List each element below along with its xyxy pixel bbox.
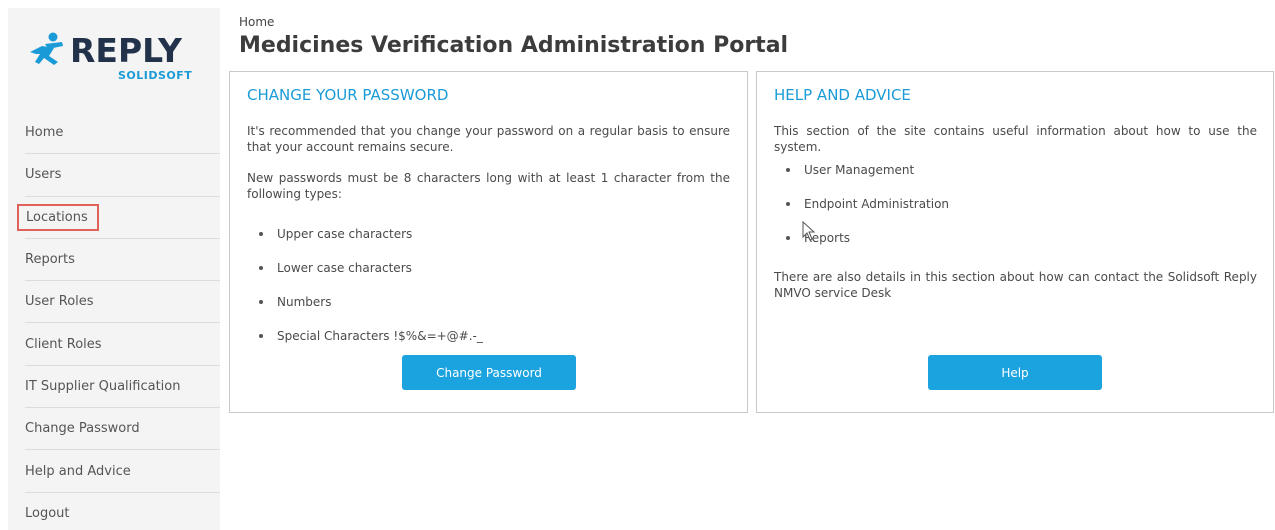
help-contact-text: There are also details in this section a… [774, 270, 1257, 300]
sidebar-item-label: Home [25, 125, 64, 141]
help-topics-list: User Management Endpoint Administration … [774, 161, 1257, 263]
reply-solidsoft-logo[interactable]: REPLY SOLIDSOFT [28, 31, 192, 92]
runner-logo-icon [30, 32, 63, 65]
help-intro: This section of the site contains useful… [774, 124, 1257, 154]
password-rules-list: Upper case characters Lower case charact… [247, 225, 730, 361]
change-password-intro: It's recommended that you change your pa… [247, 124, 730, 154]
sidebar-item-label: User Roles [25, 294, 94, 310]
sidebar-item-locations[interactable]: Locations [17, 197, 220, 239]
sidebar-nav: Home Users Locations Reports User Roles … [17, 112, 220, 530]
logo-wordmark: REPLY [70, 31, 182, 70]
page-title: Medicines Verification Administration Po… [239, 33, 789, 58]
sidebar-item-label: Client Roles [25, 336, 102, 352]
sidebar-item-label: Change Password [25, 421, 140, 437]
sidebar-item-label: Locations [17, 203, 99, 231]
list-item[interactable]: Endpoint Administration [774, 195, 1257, 229]
list-item[interactable]: Reports [774, 229, 1257, 263]
change-password-heading: CHANGE YOUR PASSWORD [247, 86, 449, 104]
help-heading: HELP AND ADVICE [774, 86, 911, 104]
sidebar-item-label: Reports [25, 252, 75, 268]
sidebar-item-client-roles[interactable]: Client Roles [25, 323, 220, 366]
sidebar-item-users[interactable]: Users [25, 154, 220, 197]
sidebar-item-help-and-advice[interactable]: Help and Advice [25, 450, 220, 493]
sidebar-item-it-supplier-qualification[interactable]: IT Supplier Qualification [25, 366, 220, 409]
sidebar-item-change-password[interactable]: Change Password [25, 408, 220, 451]
sidebar-item-label: IT Supplier Qualification [25, 378, 181, 394]
sidebar: REPLY SOLIDSOFT Home Users Locations Rep… [8, 8, 220, 530]
change-password-panel: CHANGE YOUR PASSWORD It's recommended th… [229, 71, 748, 413]
sidebar-item-label: Logout [25, 505, 70, 521]
mouse-pointer-icon [802, 221, 816, 241]
list-item: Lower case characters [247, 259, 730, 293]
list-item[interactable]: User Management [774, 161, 1257, 195]
sidebar-item-label: Users [25, 167, 62, 183]
sidebar-item-label: Help and Advice [25, 463, 131, 479]
logo-subtitle: SOLIDSOFT [118, 69, 193, 82]
help-panel: HELP AND ADVICE This section of the site… [756, 71, 1274, 413]
change-password-button[interactable]: Change Password [402, 355, 576, 390]
sidebar-item-user-roles[interactable]: User Roles [25, 281, 220, 324]
breadcrumb[interactable]: Home [239, 15, 274, 29]
help-button[interactable]: Help [928, 355, 1102, 390]
list-item: Numbers [247, 293, 730, 327]
sidebar-item-home[interactable]: Home [25, 112, 220, 155]
change-password-rules: New passwords must be 8 characters long … [247, 171, 730, 201]
sidebar-item-logout[interactable]: Logout [25, 493, 220, 530]
list-item: Upper case characters [247, 225, 730, 259]
sidebar-item-reports[interactable]: Reports [25, 239, 220, 282]
